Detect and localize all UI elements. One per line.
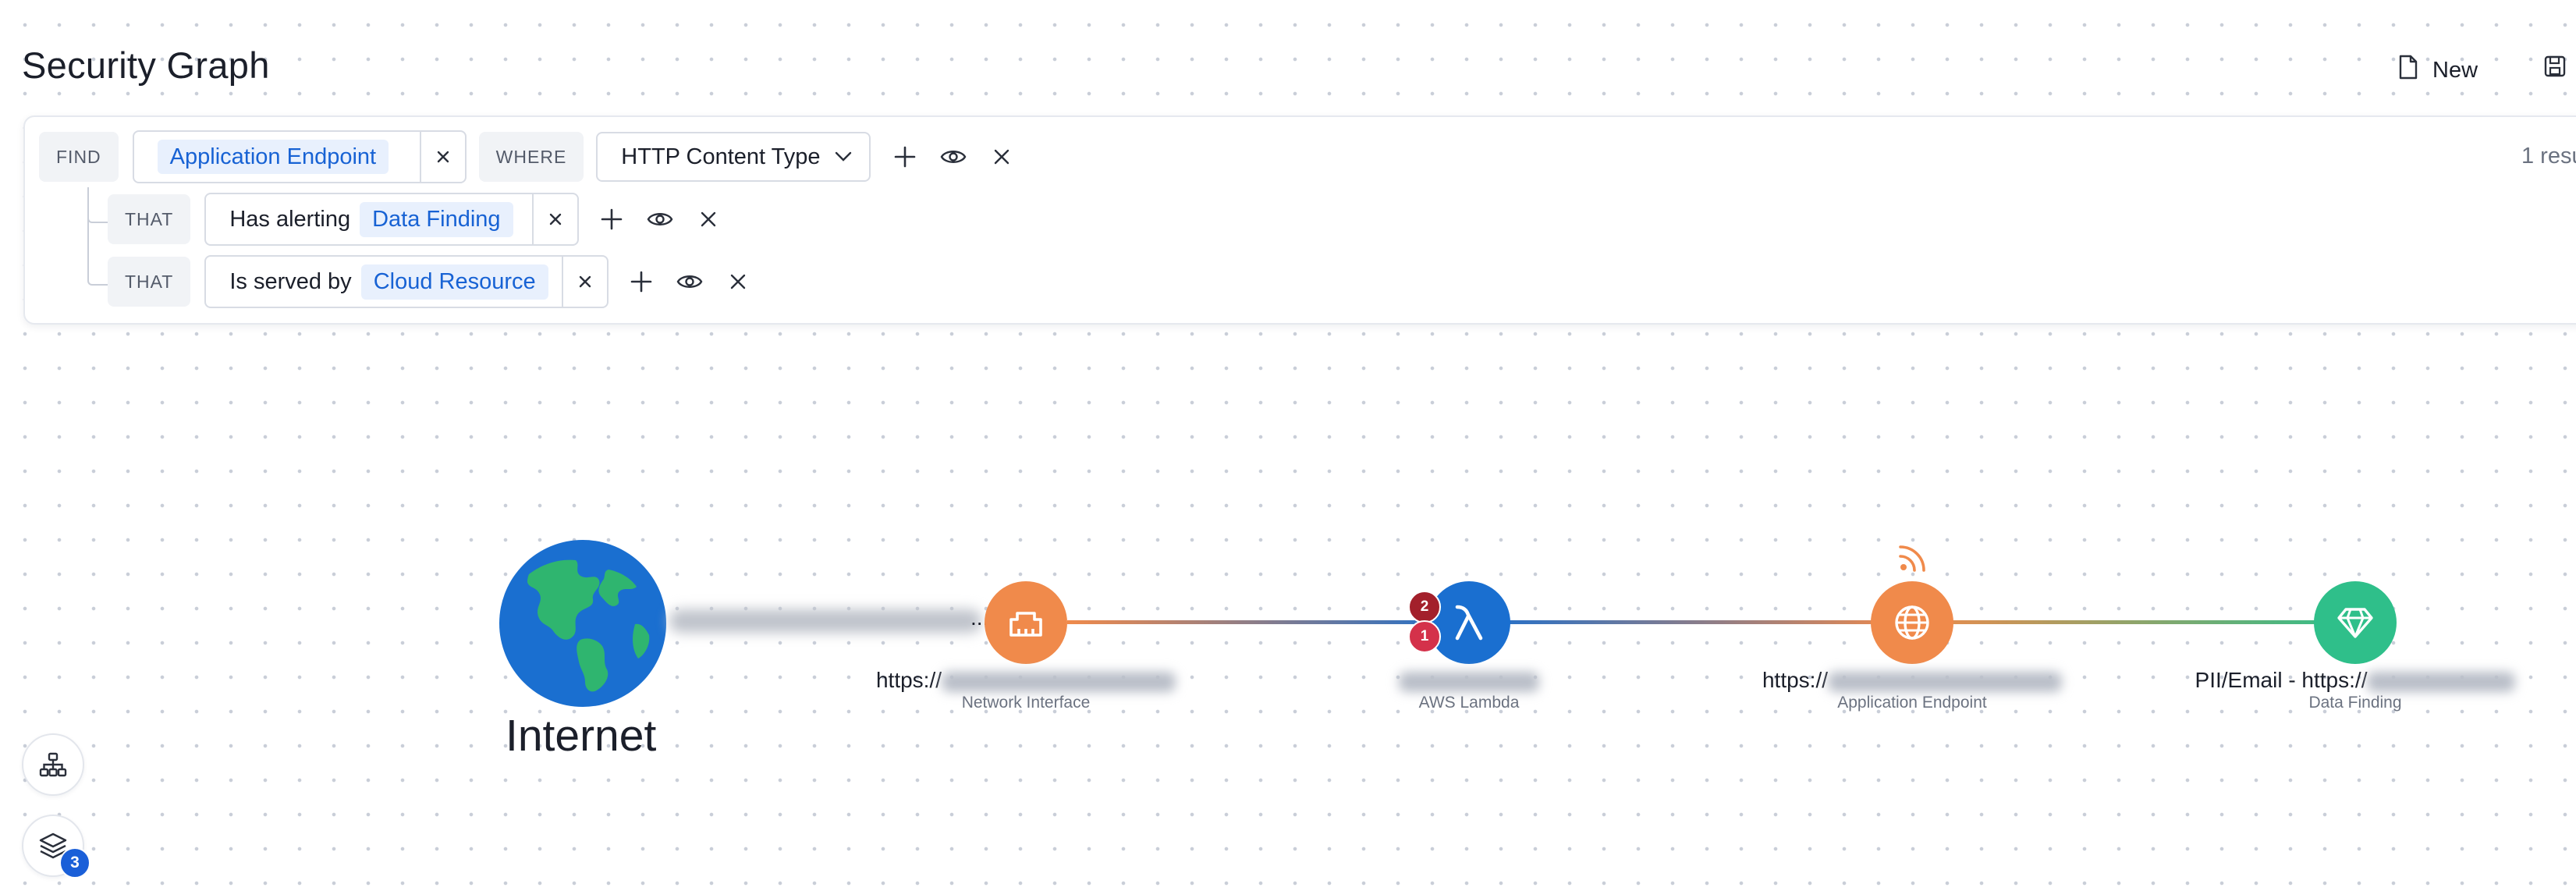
node-type: AWS Lambda [1418, 694, 1520, 712]
node-type: Application Endpoint [1837, 694, 1987, 712]
rss-icon [1897, 542, 1928, 577]
node-label-text: https:// [875, 668, 942, 692]
node-label: PII/Email - https:// [2176, 668, 2535, 693]
application-endpoint-node[interactable] [1871, 581, 1953, 664]
hierarchy-icon [39, 752, 67, 777]
graph-edge [1912, 620, 2354, 624]
layers-count-badge: 3 [59, 847, 90, 879]
node-label: https:// [1733, 668, 2092, 693]
internet-node[interactable] [498, 538, 668, 708]
aws-lambda-node[interactable] [1428, 581, 1510, 664]
layout-button[interactable] [22, 733, 84, 796]
graph-edge [1469, 620, 1912, 624]
alert-badge[interactable]: 1 [1408, 620, 1441, 653]
internet-label: Internet [506, 711, 657, 761]
globe-icon [1895, 605, 1929, 640]
graph-edge [1067, 620, 1469, 624]
alert-badge[interactable]: 2 [1408, 591, 1441, 623]
data-finding-node[interactable] [2314, 581, 2397, 664]
network-interface-node[interactable] [985, 581, 1067, 664]
node-label-text: https:// [1762, 668, 1829, 692]
globe-icon [499, 540, 666, 707]
redacted-label [669, 609, 981, 633]
node-type: Data Finding [2308, 694, 2402, 712]
node-label [1290, 668, 1648, 693]
node-label-text: PII/Email - https:// [2195, 668, 2368, 692]
ethernet-port-icon [1009, 612, 1042, 637]
node-label: https:// [846, 668, 1205, 693]
node-type: Network Interface [961, 694, 1091, 712]
graph-edges [1067, 620, 2354, 624]
lambda-icon [1455, 605, 1483, 641]
diamond-icon [2337, 608, 2373, 638]
